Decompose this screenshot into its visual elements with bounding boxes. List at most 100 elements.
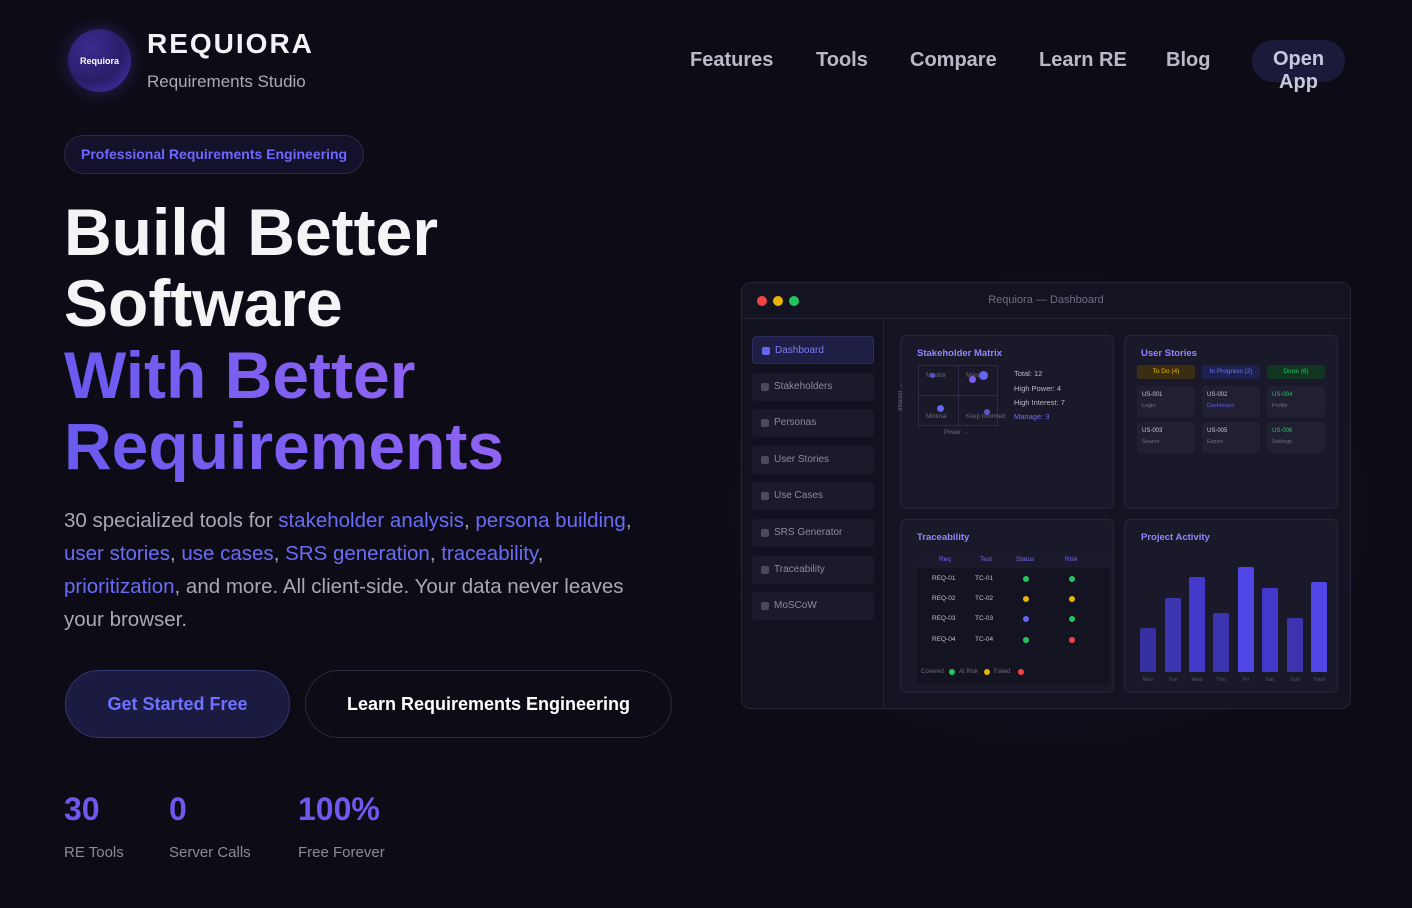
stakeholder-matrix-title: Stakeholder Matrix	[917, 348, 1002, 359]
story-id: US-006	[1272, 428, 1293, 434]
sidebar-item-moscow[interactable]: MoSCoW	[752, 592, 874, 620]
stakeholder-point	[937, 405, 944, 412]
link-use-cases[interactable]: use cases	[181, 542, 273, 565]
sidebar-item-srs-generator[interactable]: SRS Generator	[752, 519, 874, 547]
story-name: Dashboard	[1207, 403, 1234, 409]
legend-covered: Covered	[921, 669, 944, 675]
hero-description: 30 specialized tools for stakeholder ana…	[64, 504, 664, 636]
activity-bar	[1189, 577, 1205, 672]
story-card[interactable]: US-005 Export	[1202, 422, 1260, 453]
logo[interactable]: Requiora	[68, 29, 131, 92]
stat-server-calls-label: Server Calls	[169, 844, 251, 861]
link-srs-generation[interactable]: SRS generation	[285, 542, 430, 565]
stat-free-value: 100%	[298, 791, 380, 827]
nav-compare[interactable]: Compare	[910, 49, 997, 72]
stakeholder-point	[930, 373, 935, 378]
hero-title-line3: With Better	[64, 338, 416, 412]
sidebar-item-user-stories[interactable]: User Stories	[752, 446, 874, 474]
story-id: US-004	[1272, 392, 1293, 398]
legend-dot	[1018, 669, 1024, 675]
brand-tagline: Requirements Studio	[147, 72, 306, 91]
table-cell-test: TC-03	[975, 615, 994, 622]
story-card[interactable]: US-003 Search	[1137, 422, 1195, 453]
stat-tools-label: RE Tools	[64, 844, 124, 861]
link-stakeholder-analysis[interactable]: stakeholder analysis	[278, 509, 464, 532]
activity-bar	[1238, 567, 1254, 672]
risk-dot	[1069, 596, 1075, 602]
stakeholder-manage: Manage: 3	[1014, 412, 1050, 421]
table-cell-test: TC-02	[975, 595, 994, 602]
quadrant-monitor: Monitor	[926, 373, 947, 379]
column-todo[interactable]: To Do (4)	[1137, 365, 1195, 379]
stat-server-calls-value: 0	[169, 791, 187, 827]
stakeholder-matrix-panel: Stakeholder Matrix Monitor Manage Minima…	[897, 335, 1114, 509]
project-activity-title: Project Activity	[1141, 532, 1210, 543]
stakeholder-high-power: High Power: 4	[1014, 384, 1062, 393]
learn-re-button[interactable]: Learn Requirements Engineering	[305, 670, 672, 738]
story-name: Profile	[1272, 403, 1288, 409]
nav-learn-re[interactable]: Learn RE	[1039, 49, 1127, 72]
traceability-panel: Traceability Req Test Status Risk REQ-01…	[900, 519, 1114, 693]
risk-dot	[1069, 576, 1075, 582]
stakeholder-point	[979, 371, 988, 380]
stat-tools-value: 30	[64, 791, 100, 827]
story-card[interactable]: US-006 Settings	[1267, 422, 1325, 453]
stakeholder-point	[969, 376, 976, 383]
day-label: Sun	[1290, 677, 1300, 683]
story-name: Export	[1207, 439, 1223, 445]
story-name: Search	[1142, 439, 1160, 445]
status-dot	[1023, 596, 1029, 602]
logo-text: Requiora	[79, 55, 119, 66]
sidebar-item-personas[interactable]: Personas	[752, 409, 874, 437]
desc-sep: ,	[273, 542, 286, 565]
story-card[interactable]: US-004 Profile	[1267, 386, 1325, 417]
risk-dot	[1069, 637, 1075, 643]
activity-bar	[1140, 628, 1156, 672]
link-prioritization[interactable]: prioritization	[64, 575, 175, 598]
day-label: Sat	[1265, 677, 1275, 683]
table-cell-req: REQ-04	[932, 636, 956, 643]
sidebar-item-use-cases[interactable]: Use Cases	[752, 482, 874, 510]
desc-sep: ,	[169, 542, 182, 565]
link-persona-building[interactable]: persona building	[475, 509, 625, 532]
project-activity-panel: Project Activity Mon Tue Wed Thu Fri Sat…	[1124, 519, 1338, 693]
day-label: Fri	[1242, 677, 1250, 683]
col-header-test: Test	[980, 556, 992, 563]
dashboard-preview: Requiora — Dashboard Dashboard Stakehold…	[741, 282, 1351, 709]
table-cell-req: REQ-01	[932, 575, 956, 582]
col-header-status: Status	[1016, 556, 1035, 563]
table-cell-req: REQ-02	[932, 595, 956, 602]
sidebar-item-dashboard[interactable]: Dashboard	[752, 336, 874, 364]
nav-blog[interactable]: Blog	[1166, 49, 1210, 72]
table-cell-test: TC-04	[975, 636, 994, 643]
column-in-progress[interactable]: In Progress (2)	[1202, 365, 1260, 379]
nav-features[interactable]: Features	[690, 49, 773, 72]
link-user-stories[interactable]: user stories	[64, 542, 170, 565]
user-stories-title: User Stories	[1141, 348, 1197, 359]
table-cell-test: TC-01	[975, 575, 994, 582]
sidebar-item-traceability[interactable]: Traceability	[752, 556, 874, 584]
risk-dot	[1069, 616, 1075, 622]
day-label: Total	[1313, 677, 1325, 683]
hero-pill: Professional Requirements Engineering	[64, 135, 365, 174]
story-id: US-001	[1142, 392, 1163, 398]
link-traceability[interactable]: traceability	[441, 542, 537, 565]
column-done[interactable]: Done (6)	[1267, 365, 1325, 379]
traceability-title: Traceability	[917, 532, 970, 543]
story-card[interactable]: US-001 Login	[1137, 386, 1195, 417]
story-id: US-003	[1142, 428, 1163, 434]
story-card[interactable]: US-002 Dashboard	[1202, 386, 1260, 417]
sidebar-item-stakeholders[interactable]: Stakeholders	[752, 373, 874, 401]
get-started-button[interactable]: Get Started Free	[65, 670, 290, 738]
day-label: Mon	[1142, 677, 1154, 683]
activity-bar	[1262, 588, 1278, 672]
story-id: US-005	[1207, 428, 1228, 434]
brand-name[interactable]: REQUIORA	[147, 28, 314, 60]
desc-sep: ,	[537, 542, 544, 565]
nav-tools[interactable]: Tools	[816, 49, 868, 72]
activity-bar	[1165, 598, 1181, 672]
story-id: US-002	[1207, 392, 1228, 398]
story-name: Settings	[1272, 439, 1292, 445]
axis-interest: Interest →	[897, 383, 904, 411]
open-app-button[interactable]: Open App	[1252, 40, 1345, 93]
